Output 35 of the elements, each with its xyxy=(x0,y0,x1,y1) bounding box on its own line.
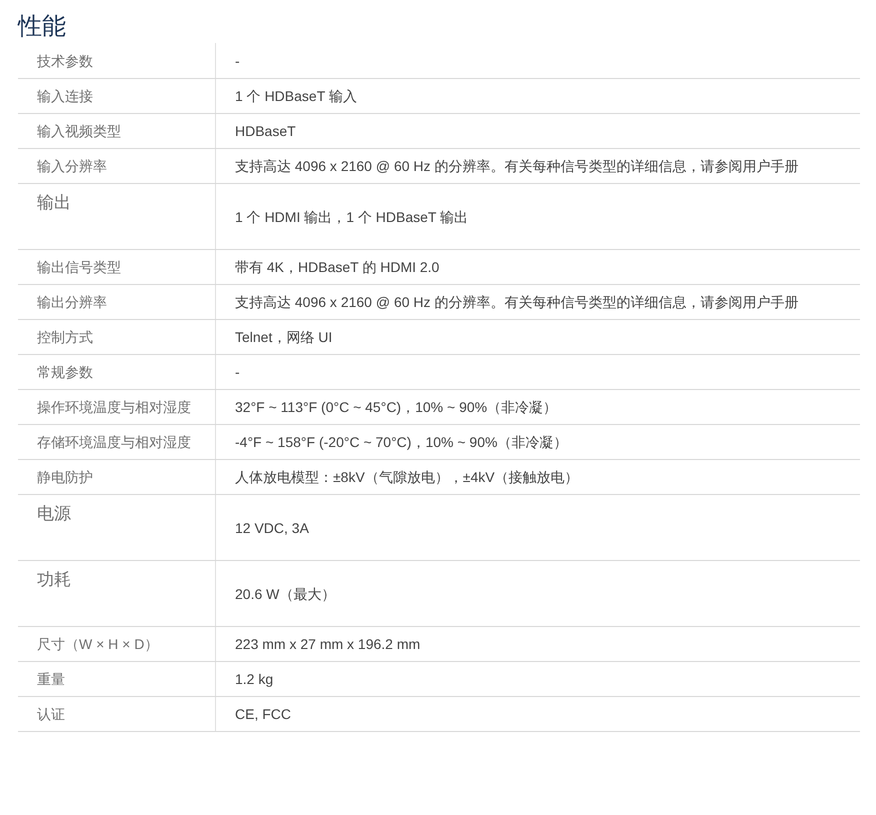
spec-label: 静电防护 xyxy=(37,468,93,487)
spec-label: 输出分辨率 xyxy=(37,293,107,312)
spec-value: 20.6 W（最大） xyxy=(235,584,336,604)
section-title: 性能 xyxy=(16,12,67,42)
spec-label: 输入连接 xyxy=(37,87,93,106)
spec-label: 存储环境温度与相对湿度 xyxy=(37,433,191,452)
spec-value: 12 VDC, 3A xyxy=(235,518,309,538)
spec-value: HDBaseT xyxy=(235,122,296,141)
spec-value: 1 个 HDBaseT 输入 xyxy=(235,87,357,106)
spec-label: 控制方式 xyxy=(37,328,93,347)
spec-label: 输出 xyxy=(37,193,71,213)
spec-label: 认证 xyxy=(37,705,65,724)
spec-value: - xyxy=(235,363,240,382)
spec-value: - xyxy=(235,52,240,70)
spec-label: 技术参数 xyxy=(37,52,93,71)
spec-value: 带有 4K，HDBaseT 的 HDMI 2.0 xyxy=(235,258,440,277)
spec-label: 操作环境温度与相对湿度 xyxy=(37,398,191,417)
spec-value: Telnet，网络 UI xyxy=(235,328,332,347)
spec-value: -4°F ~ 158°F (-20°C ~ 70°C)，10% ~ 90%（非冷凝） xyxy=(235,433,568,452)
spec-value: 人体放电模型：±8kV（气隙放电），±4kV（接触放电） xyxy=(235,468,579,487)
spec-value: 32°F ~ 113°F (0°C ~ 45°C)，10% ~ 90%（非冷凝） xyxy=(235,398,558,417)
spec-label: 电源 xyxy=(37,504,71,524)
spec-label: 常规参数 xyxy=(37,363,93,382)
spec-label: 输出信号类型 xyxy=(37,258,121,277)
spec-value: 1 个 HDMI 输出，1 个 HDBaseT 输出 xyxy=(235,208,468,226)
spec-value: CE, FCC xyxy=(235,705,291,724)
spec-value: 1.2 kg xyxy=(235,670,274,689)
spec-label: 输入视频类型 xyxy=(37,122,121,141)
spec-value: 支持高达 4096 x 2160 @ 60 Hz 的分辨率。有关每种信号类型的详细信息，请参阅用户手册 xyxy=(235,293,798,312)
spec-label: 重量 xyxy=(37,670,65,689)
spec-label: 功耗 xyxy=(37,570,71,590)
spec-value: 支持高达 4096 x 2160 @ 60 Hz 的分辨率。有关每种信号类型的详细信息，请参阅用户手册 xyxy=(235,157,798,176)
spec-label: 尺寸（W × H × D） xyxy=(37,635,158,654)
spec-value: 223 mm x 27 mm x 196.2 mm xyxy=(235,635,420,654)
spec-label: 输入分辨率 xyxy=(37,157,107,176)
